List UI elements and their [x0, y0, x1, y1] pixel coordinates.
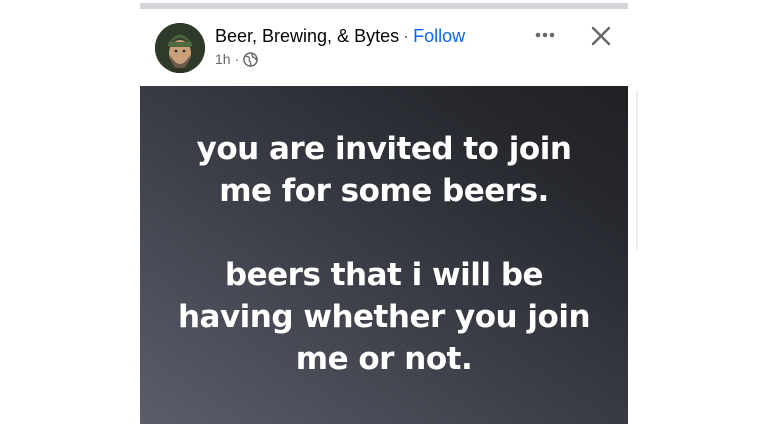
more-horizontal-icon [535, 32, 555, 38]
post-meta: 1h · [215, 51, 259, 67]
post-paragraph-1: you are invited to join me for some beer… [140, 128, 628, 212]
close-icon [591, 26, 611, 46]
adjacent-panel-edge [636, 90, 638, 250]
globe-icon[interactable] [243, 51, 259, 67]
post-line-2: me for some beers. [219, 173, 549, 209]
post-modal: Beer, Brewing, & Bytes · Follow 1h · you… [140, 0, 628, 432]
more-options-button[interactable] [530, 23, 560, 47]
post-paragraph-2: beers that i will be having whether you … [140, 254, 628, 380]
timestamp-link[interactable]: 1h [215, 51, 231, 67]
page-name-link[interactable]: Beer, Brewing, & Bytes [215, 26, 399, 46]
avatar-image [155, 23, 205, 73]
post-header: Beer, Brewing, & Bytes · Follow 1h · [140, 9, 628, 86]
meta-separator: · [234, 51, 240, 67]
post-line-1: you are invited to join [196, 131, 572, 167]
post-line-3: beers that i will be [224, 257, 544, 293]
close-button[interactable] [588, 23, 614, 49]
avatar[interactable] [155, 23, 205, 73]
name-separator: · [403, 26, 410, 46]
follow-button[interactable]: Follow [413, 26, 465, 46]
text-post-card: you are invited to join me for some beer… [140, 86, 628, 424]
post-line-5: me or not. [295, 341, 473, 377]
post-line-4: having whether you join [177, 299, 591, 335]
page-name-line: Beer, Brewing, & Bytes · Follow [215, 26, 465, 47]
